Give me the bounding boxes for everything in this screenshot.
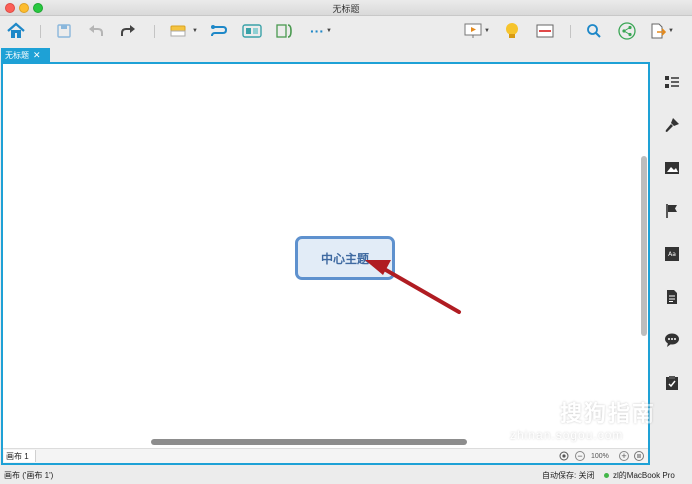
chevron-down-icon: ▼ — [668, 28, 674, 34]
relationship-icon — [211, 25, 228, 37]
presentation-icon — [464, 23, 482, 38]
format-brush-icon — [665, 118, 679, 132]
outline-button[interactable] — [536, 22, 554, 40]
chevron-down-icon: ▼ — [484, 28, 490, 34]
format-button[interactable] — [662, 115, 682, 135]
task-button[interactable] — [662, 373, 682, 393]
autosave-status[interactable]: 自动保存: 关闭 — [542, 470, 594, 481]
toolbar-separator — [570, 25, 571, 38]
window-title: 无标题 — [332, 4, 360, 14]
summary-button[interactable] — [276, 22, 294, 40]
outline-view-icon — [665, 76, 679, 88]
app-window: 无标题 ▼ ··· ▼ ▼ ▼ 无标题 ✕ 中心主题 画布 1 − 100% +… — [0, 0, 692, 484]
toolbar: ▼ ··· ▼ ▼ ▼ — [0, 16, 692, 46]
export-button[interactable]: ▼ — [650, 22, 674, 40]
summary-icon — [276, 24, 292, 38]
close-icon[interactable]: ✕ — [33, 50, 41, 60]
comment-icon — [665, 333, 679, 347]
horizontal-scrollbar[interactable] — [151, 439, 467, 445]
zoom-out-icon: − — [575, 451, 585, 461]
svg-text:Aa: Aa — [668, 251, 676, 258]
status-sheet-name: 画布 ('画布 1') — [4, 471, 54, 480]
user-device: zl的MacBook Pro — [613, 471, 675, 480]
chevron-down-icon: ▼ — [192, 28, 198, 34]
title-bar: 无标题 — [0, 0, 692, 16]
chevron-down-icon: ▼ — [326, 28, 332, 34]
export-icon — [651, 23, 666, 39]
editor-frame: 中心主题 画布 1 − 100% + — [1, 62, 650, 465]
share-icon — [618, 22, 636, 40]
tab-strip: 无标题 ✕ — [0, 46, 692, 62]
notes-icon — [667, 290, 677, 304]
comment-button[interactable] — [662, 330, 682, 350]
brainstorm-icon — [506, 23, 518, 38]
relationship-button[interactable] — [210, 22, 228, 40]
zoom-menu-button[interactable] — [634, 450, 644, 462]
sheet-bar: 画布 1 − 100% + — [3, 448, 648, 463]
insert-topic-icon — [170, 25, 186, 37]
vertical-scrollbar[interactable] — [641, 156, 647, 336]
home-icon — [7, 22, 25, 38]
boundary-button[interactable] — [242, 22, 262, 40]
annotation-arrow — [365, 260, 461, 314]
task-icon — [666, 376, 678, 390]
presentation-button[interactable]: ▼ — [464, 22, 490, 40]
online-status-dot — [604, 473, 609, 478]
fit-view-button[interactable] — [559, 450, 569, 462]
share-button[interactable] — [618, 22, 636, 40]
save-icon — [57, 24, 71, 38]
zoom-in-button[interactable]: + — [619, 450, 629, 462]
text-style-button[interactable]: Aa — [662, 244, 682, 264]
more-icon: ··· — [310, 23, 324, 39]
image-button[interactable] — [662, 158, 682, 178]
eye-icon — [559, 451, 569, 461]
marker-flag-icon — [666, 204, 677, 218]
more-button[interactable]: ··· ▼ — [310, 22, 332, 40]
zoom-in-icon: + — [619, 451, 629, 461]
toolbar-separator — [40, 25, 41, 38]
notes-button[interactable] — [662, 287, 682, 307]
undo-icon — [89, 25, 103, 36]
zoom-out-button[interactable]: − — [575, 450, 585, 462]
image-icon — [665, 162, 679, 174]
boundary-icon — [242, 24, 262, 38]
tab-untitled[interactable]: 无标题 ✕ — [1, 48, 50, 62]
zoom-level: 100% — [591, 452, 609, 460]
menu-icon — [634, 451, 644, 461]
redo-button[interactable] — [120, 22, 136, 40]
search-button[interactable] — [586, 22, 602, 40]
outline-icon — [536, 24, 554, 38]
outline-view-button[interactable] — [662, 72, 682, 92]
search-icon — [587, 24, 601, 38]
redo-icon — [121, 25, 135, 36]
undo-button[interactable] — [88, 22, 104, 40]
tab-label: 无标题 — [5, 50, 29, 60]
toolbar-separator — [154, 25, 155, 38]
sheet-tab[interactable]: 画布 1 — [4, 450, 36, 462]
text-style-icon: Aa — [665, 247, 679, 261]
save-button[interactable] — [56, 22, 72, 40]
insert-topic-button[interactable]: ▼ — [170, 22, 198, 40]
right-panel: Aa — [652, 62, 692, 465]
brainstorm-button[interactable] — [504, 22, 520, 40]
marker-button[interactable] — [662, 201, 682, 221]
status-bar: 画布 ('画布 1') 自动保存: 关闭 zl的MacBook Pro — [0, 466, 692, 484]
home-button[interactable] — [6, 22, 26, 40]
mindmap-canvas[interactable]: 中心主题 — [3, 64, 648, 448]
